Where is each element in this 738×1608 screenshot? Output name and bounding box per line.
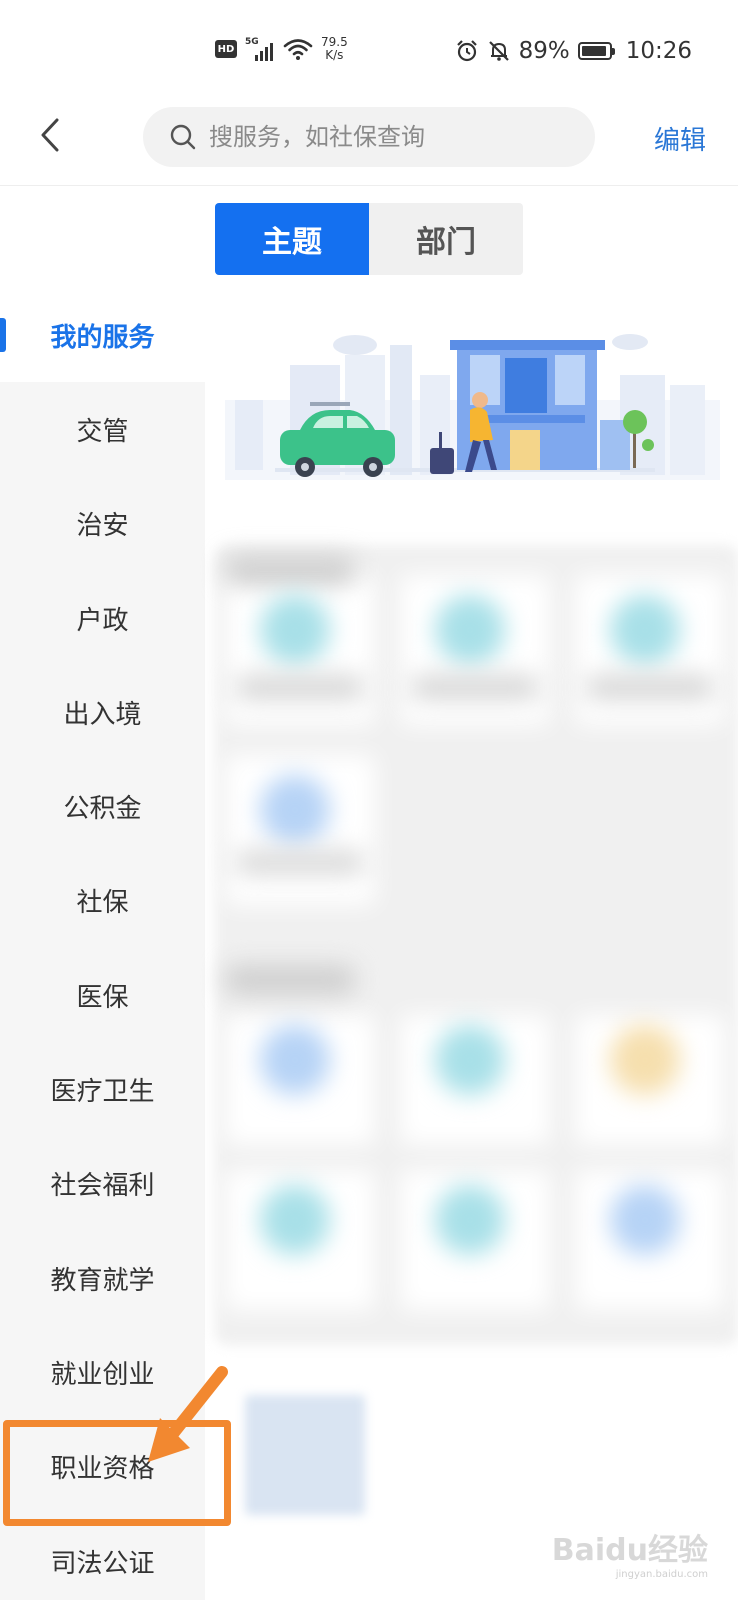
- signal-5g-icon: 5G: [245, 37, 275, 61]
- status-left-group: HD 5G 79.5 K/s: [215, 36, 348, 62]
- sidebar-item-entry-exit[interactable]: 出入境: [0, 665, 205, 759]
- city-banner-illustration: [225, 334, 720, 480]
- category-tabs: 主题 部门: [215, 203, 523, 275]
- sidebar-item-judicial-notary[interactable]: 司法公证: [0, 1514, 205, 1608]
- status-right-group: 89% 10:26: [455, 38, 692, 64]
- battery-percent: 89%: [518, 38, 570, 64]
- network-speed-unit: K/s: [325, 48, 344, 62]
- sidebar-item-social-security[interactable]: 社保: [0, 854, 205, 948]
- sidebar-item-education[interactable]: 教育就学: [0, 1231, 205, 1325]
- sidebar-item-medical-insurance[interactable]: 医保: [0, 948, 205, 1042]
- wifi-icon: [283, 39, 313, 60]
- alarm-icon: [456, 40, 477, 62]
- sidebar-item-traffic[interactable]: 交管: [0, 382, 205, 476]
- sidebar-item-household[interactable]: 户政: [0, 571, 205, 665]
- search-bar[interactable]: [143, 107, 595, 167]
- tab-department[interactable]: 部门: [369, 203, 523, 275]
- network-speed: 79.5 K/s: [321, 36, 348, 62]
- hd-icon: HD: [215, 40, 237, 58]
- search-input[interactable]: [207, 122, 567, 152]
- back-arrow-icon: [41, 118, 59, 152]
- blurred-item-thumbnail: [245, 1395, 365, 1515]
- sidebar-item-housing-fund[interactable]: 公积金: [0, 759, 205, 853]
- watermark-brand: Baidu经验: [551, 1533, 708, 1568]
- tab-theme[interactable]: 主题: [215, 203, 369, 275]
- sidebar-item-employment[interactable]: 就业创业: [0, 1325, 205, 1419]
- mute-bell-icon: [488, 41, 509, 61]
- highlight-box: [3, 1420, 231, 1526]
- header: 编辑: [0, 100, 738, 186]
- status-bar: HD 5G 79.5 K/s 89% 10:26: [0, 0, 738, 100]
- blurred-services-grid: [215, 545, 738, 1345]
- category-sidebar: 我的服务 交管 治安 户政 出入境 公积金 社保 医保 医疗卫生 社会福利 教育…: [0, 288, 205, 1600]
- back-button[interactable]: [30, 115, 70, 155]
- clock: 10:26: [625, 38, 692, 64]
- watermark-url: jingyan.baidu.com: [615, 1569, 708, 1580]
- search-icon: [170, 124, 196, 150]
- sidebar-item-social-welfare[interactable]: 社会福利: [0, 1137, 205, 1231]
- sidebar-item-my-services[interactable]: 我的服务: [0, 288, 205, 383]
- sidebar-item-health[interactable]: 医疗卫生: [0, 1042, 205, 1136]
- watermark: Baidu经验 jingyan.baidu.com: [552, 1525, 708, 1580]
- edit-button[interactable]: 编辑: [654, 120, 706, 157]
- battery-icon: [577, 42, 615, 60]
- sidebar-item-public-security[interactable]: 治安: [0, 477, 205, 571]
